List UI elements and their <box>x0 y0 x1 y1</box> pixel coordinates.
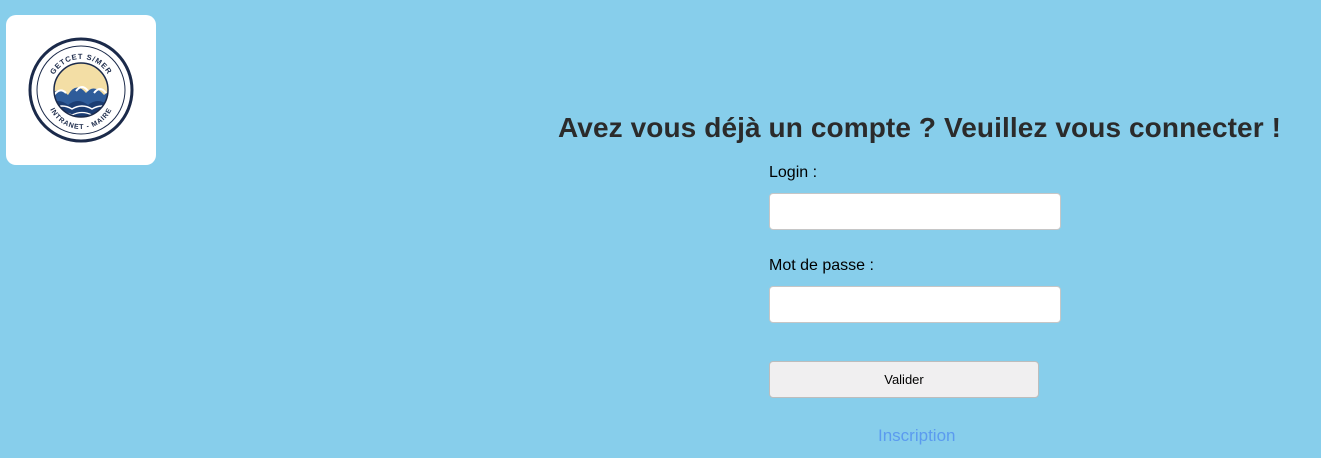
password-label: Mot de passe : <box>769 257 874 274</box>
login-input[interactable] <box>769 193 1061 230</box>
logo-card: GETCET S/MER INTRANET - MAIRE <box>6 15 156 165</box>
password-input[interactable] <box>769 286 1061 323</box>
getcet-logo-icon: GETCET S/MER INTRANET - MAIRE <box>28 37 134 143</box>
page-heading: Avez vous déjà un compte ? Veuillez vous… <box>558 112 1282 143</box>
submit-button[interactable]: Valider <box>769 361 1039 398</box>
login-label: Login : <box>769 164 818 181</box>
register-link[interactable]: Inscription <box>878 426 955 446</box>
